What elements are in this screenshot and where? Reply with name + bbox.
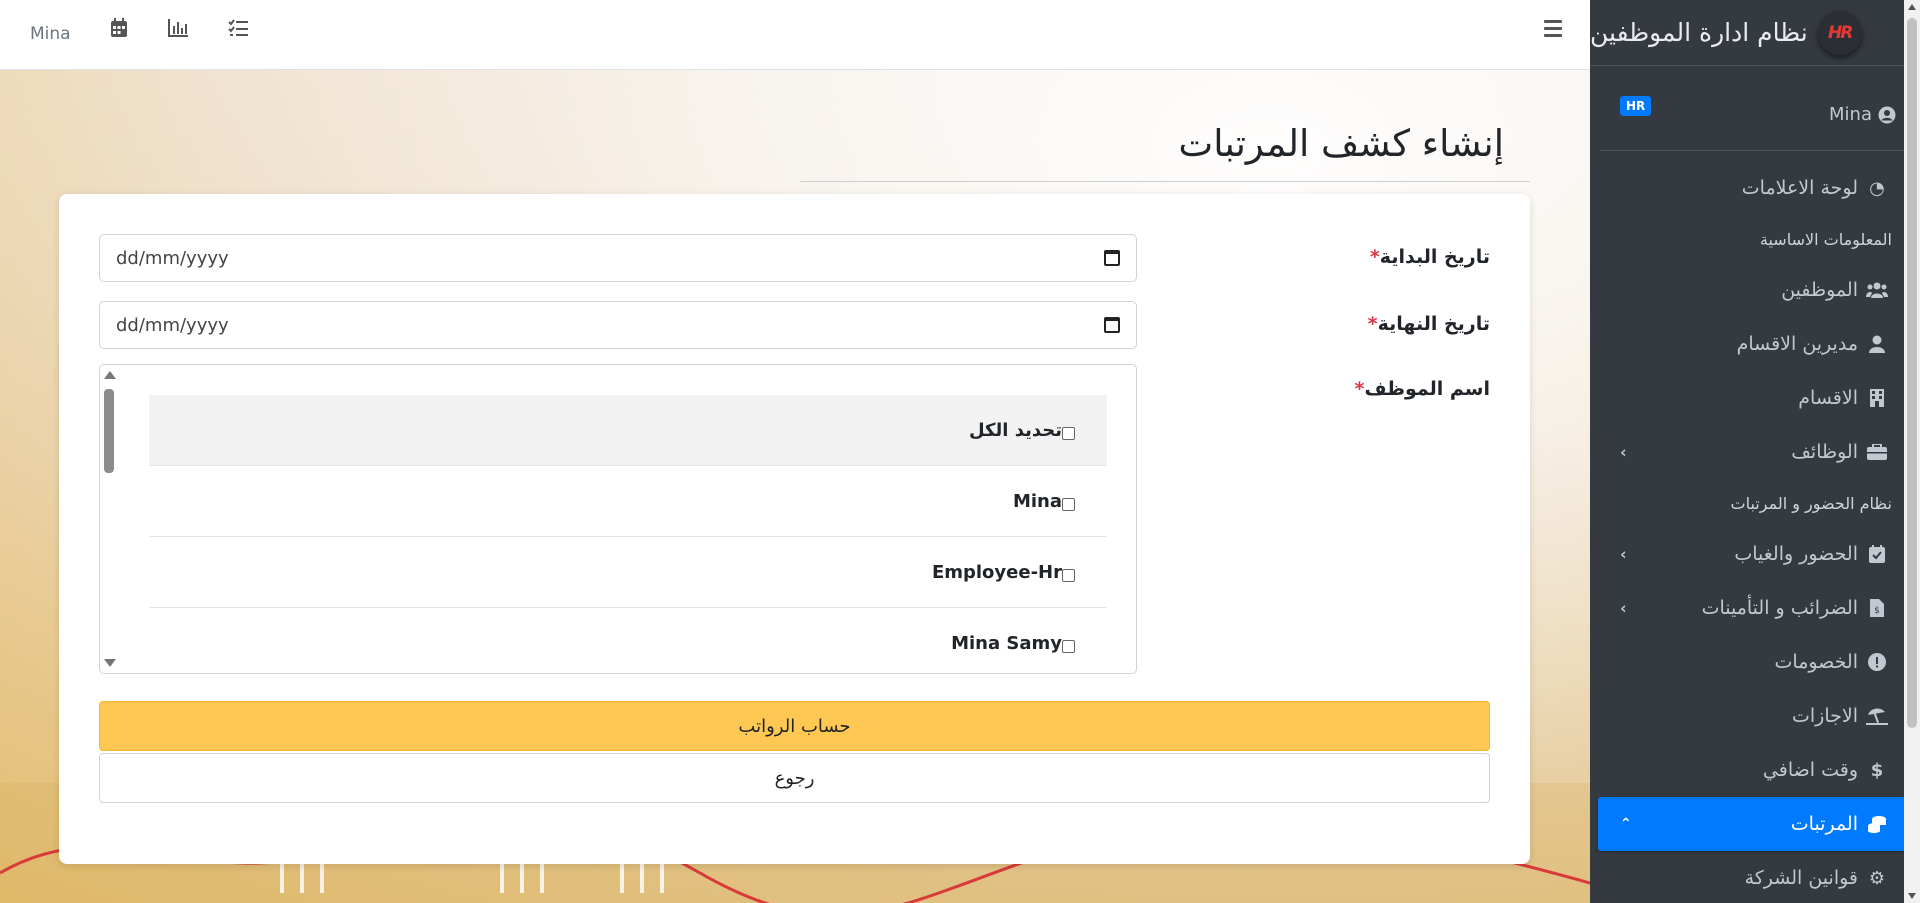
select-all-option[interactable]: تحديد الكل [149, 395, 1107, 466]
sidebar-scroll-thumb[interactable] [1907, 18, 1917, 728]
sidebar-item-taxes-insurance[interactable]: ‹ الضرائب و التأمينات $ [1598, 581, 1912, 635]
role-badge: HR [1620, 96, 1652, 116]
employee-checkbox[interactable] [1062, 568, 1075, 582]
scroll-up-arrow-icon[interactable] [104, 371, 116, 379]
back-button[interactable]: رجوع [99, 753, 1490, 803]
user-icon [1866, 335, 1888, 353]
sidebar-item-attendance[interactable]: ‹ الحضور والغياب [1598, 527, 1912, 581]
tasks-icon[interactable] [228, 18, 248, 42]
chart-icon[interactable] [168, 18, 188, 42]
brand[interactable]: HR نظام ادارة الموظفين [1590, 0, 1920, 66]
scroll-up-arrow-icon[interactable] [1908, 4, 1916, 10]
invoice-icon: $ [1866, 599, 1888, 617]
employee-checkbox[interactable] [1062, 497, 1075, 511]
dollar-icon: $ [1870, 759, 1884, 781]
sidebar-user[interactable]: Mina [1829, 104, 1896, 125]
chevron-up-icon[interactable]: ⌃ [1620, 816, 1632, 832]
brand-logo: HR [1817, 10, 1862, 55]
brand-text: نظام ادارة الموظفين [1590, 18, 1808, 47]
sidebar-scrollbar[interactable] [1904, 0, 1920, 903]
sidebar-item-employees[interactable]: الموظفين [1598, 263, 1912, 317]
users-icon [1866, 282, 1888, 298]
sidebar-item-overtime[interactable]: وقت اضافي $ [1598, 743, 1912, 797]
umbrella-beach-icon [1866, 707, 1888, 725]
scroll-down-arrow-icon[interactable] [104, 659, 116, 667]
page-title: إنشاء كشف المرتبات [1178, 122, 1504, 165]
select-all-checkbox[interactable] [1062, 426, 1075, 440]
sidebar-item-leaves[interactable]: الاجازات [1598, 689, 1912, 743]
scroll-down-arrow-icon[interactable] [1908, 893, 1916, 899]
sidebar-item-departments[interactable]: الاقسام [1598, 371, 1912, 425]
top-navbar: Mina [0, 0, 1590, 70]
sidebar-header-attendance-payroll: نظام الحضور و المرتبات [1730, 493, 1892, 513]
content-area: إنشاء كشف المرتبات *تاريخ البداية dd/mm/… [0, 70, 1590, 903]
employee-option[interactable]: Mina [149, 466, 1107, 537]
calendar-check-icon [1866, 545, 1888, 563]
employee-checkbox[interactable] [1062, 639, 1075, 653]
dashboard-icon: ◔ [1869, 177, 1885, 199]
navbar-user-name[interactable]: Mina [30, 24, 71, 44]
sidebar-nav: لوحة الاعلامات ◔ المعلومات الاساسية المو… [1590, 151, 1920, 903]
sidebar-item-jobs[interactable]: ‹ الوظائف [1598, 425, 1912, 479]
list-scrollbar[interactable] [100, 365, 120, 673]
briefcase-icon [1866, 444, 1888, 460]
sidebar-item-payroll[interactable]: ⌃ المرتبات [1598, 797, 1912, 851]
user-circle-icon [1878, 106, 1896, 123]
gears-icon: ⚙ [1868, 867, 1886, 889]
sidebar-item-company-rules[interactable]: قوانين الشركة ⚙ [1598, 851, 1912, 903]
sidebar-item-deductions[interactable]: الخصومات [1598, 635, 1912, 689]
chevron-left-icon[interactable]: ‹ [1620, 443, 1627, 462]
sidebar-header-basic-info: المعلومات الاساسية [1759, 229, 1892, 249]
sidebar-item-dashboard[interactable]: لوحة الاعلامات ◔ [1598, 161, 1912, 215]
employee-option[interactable]: Mina Samy [149, 608, 1107, 673]
payroll-form-card: *تاريخ البداية dd/mm/yyyy *تاريخ النهاية… [59, 194, 1530, 864]
employee-option[interactable]: Employee-Hr [149, 537, 1107, 608]
coins-icon [1866, 815, 1888, 833]
employee-multiselect[interactable]: تحديد الكل Mina Employee-Hr Mina Samy [99, 364, 1137, 674]
employee-list: تحديد الكل Mina Employee-Hr Mina Samy [149, 395, 1107, 673]
title-divider [800, 181, 1530, 182]
user-panel: HR Mina [1600, 66, 1910, 151]
scroll-thumb[interactable] [104, 389, 114, 473]
building-icon [1866, 389, 1888, 407]
svg-text:$: $ [1874, 606, 1880, 616]
menu-icon[interactable] [1544, 20, 1562, 41]
calculate-salaries-button[interactable]: حساب الرواتب [99, 701, 1490, 751]
exclamation-icon [1866, 653, 1888, 671]
calendar-icon[interactable] [110, 18, 128, 43]
chevron-left-icon[interactable]: ‹ [1620, 545, 1627, 564]
sidebar-item-department-managers[interactable]: مديرين الاقسام [1598, 317, 1912, 371]
sidebar: HR نظام ادارة الموظفين HR Mina لوحة الاع… [1590, 0, 1920, 903]
employee-label: *اسم الموظف [1354, 378, 1490, 400]
chevron-left-icon[interactable]: ‹ [1620, 599, 1627, 618]
